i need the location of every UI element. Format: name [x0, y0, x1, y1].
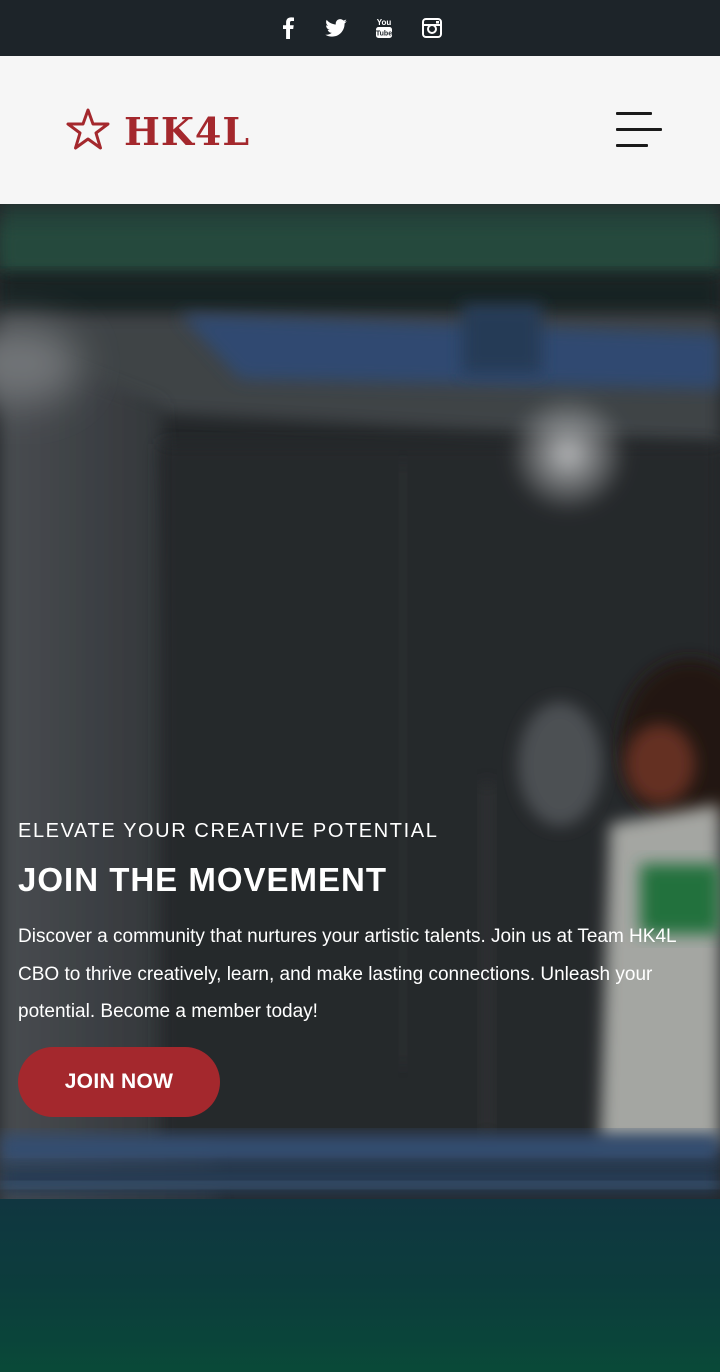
- twitter-icon[interactable]: [323, 15, 349, 41]
- youtube-icon[interactable]: You Tube: [371, 15, 397, 41]
- svg-text:You: You: [377, 18, 392, 27]
- hero-content: ELEVATE YOUR CREATIVE POTENTIAL JOIN THE…: [18, 816, 720, 1117]
- logo-text: HK4L: [124, 108, 251, 154]
- instagram-icon[interactable]: [419, 15, 445, 41]
- social-bar: You Tube: [0, 0, 720, 56]
- site-logo[interactable]: HK4L: [66, 108, 250, 155]
- hero-eyebrow: ELEVATE YOUR CREATIVE POTENTIAL: [18, 820, 439, 842]
- star-outline-icon: [66, 108, 110, 155]
- hero-description: Discover a community that nurtures your …: [18, 926, 676, 1022]
- join-now-button[interactable]: JOIN NOW: [18, 1046, 220, 1117]
- hero-section: ELEVATE YOUR CREATIVE POTENTIAL JOIN THE…: [0, 204, 720, 1372]
- hamburger-menu-icon[interactable]: [612, 112, 662, 148]
- hero-background-image: [0, 204, 720, 1372]
- facebook-icon[interactable]: [275, 15, 301, 41]
- site-header: HK4L: [0, 56, 720, 204]
- hero-headline: JOIN THE MOVEMENT: [18, 861, 388, 898]
- svg-text:Tube: Tube: [376, 31, 392, 38]
